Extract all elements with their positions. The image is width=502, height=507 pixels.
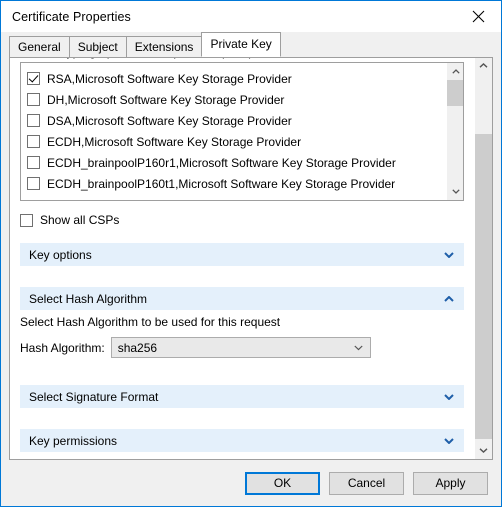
- chevron-down-icon: [479, 448, 488, 453]
- scroll-down-button[interactable]: [475, 442, 492, 459]
- scroll-up-button[interactable]: [447, 63, 463, 80]
- hash-algorithm-description: Select Hash Algorithm to be used for thi…: [20, 315, 281, 329]
- ok-button[interactable]: OK: [245, 471, 320, 495]
- list-item[interactable]: ECDH,Microsoft Software Key Storage Prov…: [27, 131, 446, 152]
- list-item[interactable]: RSA,Microsoft Software Key Storage Provi…: [27, 68, 446, 89]
- apply-button[interactable]: Apply: [413, 471, 488, 495]
- csp-checkbox[interactable]: [27, 72, 40, 85]
- section-key-options[interactable]: Key options: [20, 243, 464, 266]
- csp-label: DH,Microsoft Software Key Storage Provid…: [47, 92, 285, 107]
- csp-label: RSA,Microsoft Software Key Storage Provi…: [47, 71, 292, 86]
- window-title: Certificate Properties: [12, 9, 131, 24]
- chevron-down-icon: [451, 189, 460, 194]
- tab-subject[interactable]: Subject: [68, 36, 127, 57]
- csp-checkbox[interactable]: [27, 93, 40, 106]
- private-key-panel: Select cryptographic service provider (C…: [9, 57, 493, 460]
- scrollbar-thumb[interactable]: [475, 134, 492, 439]
- show-all-csps-label: Show all CSPs: [40, 213, 120, 227]
- section-title: Key permissions: [29, 433, 118, 448]
- section-title: Key options: [29, 247, 92, 262]
- section-title: Select Signature Format: [29, 389, 159, 404]
- dialog-button-bar: OK Cancel Apply: [1, 460, 501, 506]
- hash-algorithm-value: sha256: [117, 340, 158, 355]
- csp-checkbox[interactable]: [27, 177, 40, 190]
- scroll-down-button[interactable]: [447, 183, 463, 200]
- tab-general[interactable]: General: [9, 36, 70, 57]
- cancel-button[interactable]: Cancel: [329, 471, 404, 495]
- list-item[interactable]: ECDH_brainpoolP160r1,Microsoft Software …: [27, 152, 446, 173]
- close-icon: [472, 10, 484, 22]
- show-all-csps-row[interactable]: Show all CSPs: [20, 211, 464, 229]
- certificate-properties-dialog: Certificate Properties General Subject E…: [0, 0, 502, 507]
- list-item[interactable]: ECDH_brainpoolP160t1,Microsoft Software …: [27, 173, 446, 194]
- panel-top-border: [10, 57, 492, 58]
- csp-label: ECDH,Microsoft Software Key Storage Prov…: [47, 134, 302, 149]
- section-title: Select Hash Algorithm: [29, 291, 148, 306]
- panel-scrollbar[interactable]: [475, 57, 492, 459]
- panel-scroll-viewport: Select cryptographic service provider (C…: [10, 57, 474, 459]
- chevron-down-icon: [354, 345, 363, 350]
- tab-label: Extensions: [134, 40, 194, 54]
- list-item[interactable]: DSA,Microsoft Software Key Storage Provi…: [27, 110, 446, 131]
- show-all-csps-checkbox[interactable]: [20, 213, 33, 227]
- section-select-signature-format[interactable]: Select Signature Format: [20, 385, 464, 408]
- tab-label: Private Key: [210, 37, 272, 51]
- panel-scroll-content: Select cryptographic service provider (C…: [10, 57, 474, 452]
- csp-list[interactable]: RSA,Microsoft Software Key Storage Provi…: [20, 62, 464, 201]
- list-item[interactable]: DH,Microsoft Software Key Storage Provid…: [27, 89, 446, 110]
- scroll-up-button[interactable]: [475, 57, 492, 74]
- tab-label: General: [18, 40, 61, 54]
- tab-extensions[interactable]: Extensions: [125, 36, 203, 57]
- csp-label: ECDH_brainpoolP160r1,Microsoft Software …: [47, 155, 396, 170]
- title-bar: Certificate Properties: [1, 1, 501, 32]
- hash-algorithm-label: Hash Algorithm:: [20, 340, 105, 355]
- tab-label: Subject: [77, 40, 118, 54]
- tab-strip: General Subject Extensions Private Key: [1, 32, 501, 57]
- chevron-up-icon: [479, 63, 488, 68]
- csp-checkbox[interactable]: [27, 114, 40, 127]
- tab-private-key[interactable]: Private Key: [201, 32, 281, 57]
- csp-checkbox[interactable]: [27, 135, 40, 148]
- hash-algorithm-dropdown[interactable]: sha256: [110, 337, 371, 358]
- csp-list-scrollbar[interactable]: [446, 63, 463, 200]
- csp-list-items: RSA,Microsoft Software Key Storage Provi…: [21, 63, 446, 194]
- csp-label: ECDH_brainpoolP160t1,Microsoft Software …: [47, 176, 396, 191]
- chevron-up-icon: [444, 295, 454, 302]
- chevron-down-icon: [444, 393, 454, 400]
- scrollbar-thumb[interactable]: [447, 80, 463, 106]
- chevron-down-icon: [444, 251, 454, 258]
- chevron-down-icon: [444, 437, 454, 444]
- hash-algorithm-section-body: Select Hash Algorithm to be used for thi…: [20, 310, 464, 358]
- hash-algorithm-field-row: Hash Algorithm: sha256: [20, 337, 464, 358]
- chevron-up-icon: [451, 69, 460, 74]
- section-key-permissions[interactable]: Key permissions: [20, 429, 464, 452]
- csp-checkbox[interactable]: [27, 156, 40, 169]
- csp-label: DSA,Microsoft Software Key Storage Provi…: [47, 113, 292, 128]
- section-select-hash-algorithm[interactable]: Select Hash Algorithm: [20, 287, 464, 310]
- close-button[interactable]: [455, 1, 501, 31]
